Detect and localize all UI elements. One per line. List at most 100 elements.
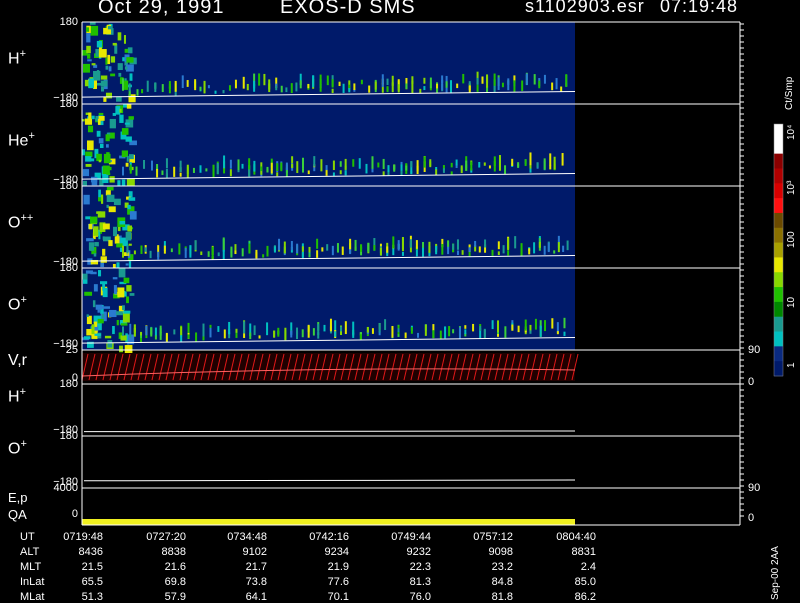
spectral-blob	[186, 164, 189, 178]
spectral-blob	[173, 166, 176, 177]
burst-cell	[124, 48, 129, 53]
spectral-blob	[405, 165, 408, 171]
spectral-blob	[450, 162, 453, 168]
spectral-blob	[207, 251, 210, 257]
spectral-blob	[470, 161, 473, 171]
spectral-blob	[336, 249, 339, 253]
burst-cell	[84, 291, 93, 296]
spectral-blob	[450, 80, 453, 93]
spectral-blob	[301, 251, 304, 259]
spectral-blob	[517, 325, 520, 333]
spectral-blob	[161, 84, 164, 93]
table-cell: 0727:20	[146, 531, 186, 543]
burst-cell	[95, 304, 103, 310]
spectral-blob	[442, 168, 445, 173]
spectral-blob	[331, 245, 334, 256]
panel-label-text: O	[8, 296, 21, 314]
spectral-blob	[368, 85, 371, 93]
spectral-blob	[539, 325, 542, 337]
spectral-blob	[488, 165, 491, 169]
tick-top: 180	[59, 16, 78, 28]
right-tick-bottom: 0	[748, 376, 755, 388]
spectral-blob	[468, 81, 471, 86]
spectral-blob	[501, 82, 504, 88]
spectral-blob	[377, 162, 380, 168]
colorbar-cell	[774, 361, 783, 377]
spectral-blob	[371, 156, 374, 169]
spectral-blob	[342, 83, 345, 93]
spectral-blob	[222, 90, 225, 94]
spectral-blob	[325, 165, 328, 171]
spectral-blob	[401, 236, 404, 249]
burst-cell	[93, 70, 101, 81]
spectral-blob	[560, 86, 563, 92]
burst-cell	[121, 128, 129, 135]
spectral-blob	[230, 250, 233, 258]
burst-cell	[126, 57, 134, 63]
table-cell: 73.8	[245, 576, 267, 588]
spectral-blob	[195, 332, 198, 342]
burst-cell	[85, 163, 92, 167]
spectral-blob	[524, 319, 527, 331]
spectral-blob	[417, 332, 420, 338]
colorbar-title: Ct/Smp	[784, 76, 795, 110]
panel-label: O+	[8, 294, 27, 314]
spectral-blob	[129, 334, 132, 338]
spectral-blob	[341, 246, 344, 255]
spectral-blob	[497, 77, 500, 91]
table-cell: 0719:48	[63, 531, 103, 543]
spectral-blob	[533, 74, 536, 85]
panel-label: E,p	[8, 490, 28, 505]
burst-cell	[100, 194, 104, 204]
burst-cell	[105, 92, 113, 99]
burst-cell	[112, 325, 115, 335]
spectral-blob	[143, 160, 146, 169]
spectral-blob	[497, 251, 500, 256]
spectral-blob	[445, 81, 448, 88]
burst-cell	[91, 324, 95, 335]
burst-cell	[88, 242, 95, 251]
table-cell: 9234	[324, 546, 349, 558]
spectral-blob	[498, 155, 501, 168]
panel-label: V,r	[8, 352, 27, 370]
spectral-blob	[266, 245, 269, 257]
spectral-blob	[424, 324, 427, 336]
spectral-blob	[557, 242, 560, 253]
spectral-blob	[533, 242, 536, 254]
spectral-blob	[538, 80, 541, 89]
table-row-name: MLat	[20, 591, 45, 603]
burst-cell	[87, 59, 92, 62]
spectral-blob	[312, 75, 315, 88]
spectral-blob	[553, 250, 556, 254]
table-cell: 21.6	[164, 561, 186, 573]
spectral-blob	[273, 330, 276, 338]
instrument-title: EXOS-D SMS	[280, 0, 416, 18]
spectral-blob	[528, 248, 531, 255]
spectral-blob	[365, 163, 368, 174]
burst-cell	[83, 336, 91, 340]
spectral-blob	[382, 171, 385, 176]
spectral-blob	[448, 326, 451, 337]
burst-cell	[105, 190, 111, 196]
table-row-name: ALT	[20, 546, 40, 558]
table-cell: 65.5	[81, 576, 103, 588]
date-title: Oct 29, 1991	[98, 0, 225, 18]
burst-cell	[110, 56, 116, 63]
table-cell: 0757:12	[473, 531, 513, 543]
burst-cell	[90, 25, 99, 36]
burst-cell	[116, 97, 122, 102]
burst-cell	[90, 271, 97, 275]
spectral-blob	[483, 329, 486, 336]
table-cell: 8831	[571, 546, 596, 558]
spectral-blob	[458, 327, 461, 339]
spectral-blob	[149, 250, 152, 259]
panel-label-sup: +	[20, 438, 27, 450]
burst-cell	[82, 119, 85, 122]
burst-cell	[98, 115, 105, 121]
spectral-blob	[423, 156, 426, 168]
spectral-blob	[507, 78, 510, 86]
spectral-blob	[205, 168, 208, 172]
burst-cell	[120, 323, 128, 326]
spectral-blob	[465, 160, 468, 171]
colorbar-cell	[774, 124, 783, 140]
